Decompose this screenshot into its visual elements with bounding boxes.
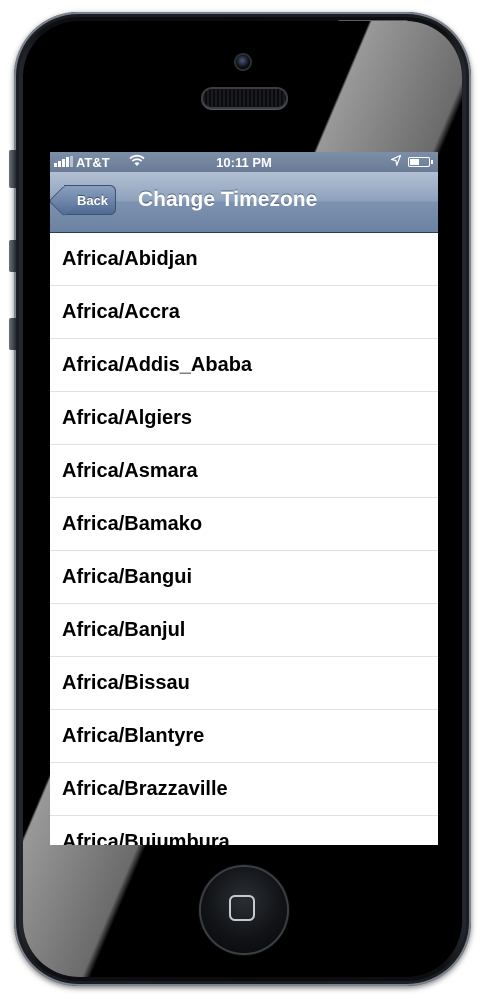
list-item[interactable]: Africa/Bissau [50,657,438,710]
list-item[interactable]: Africa/Asmara [50,445,438,498]
back-button[interactable]: Back [64,185,116,215]
list-item[interactable]: Africa/Blantyre [50,710,438,763]
list-item[interactable]: Africa/Bamako [50,498,438,551]
status-time: 10:11 PM [216,155,272,170]
list-item[interactable]: Africa/Algiers [50,392,438,445]
location-arrow-icon [389,154,402,169]
list-item[interactable]: Africa/Bangui [50,551,438,604]
earpiece-speaker [203,89,286,107]
navigation-bar: Back Change Timezone [50,172,438,233]
volume-down-button[interactable] [9,318,16,350]
mute-switch[interactable] [9,150,16,188]
home-square-icon [229,895,255,921]
status-bar: AT&T 10:11 PM [50,152,438,172]
list-item[interactable]: Africa/Banjul [50,604,438,657]
timezone-list: Africa/Abidjan Africa/Accra Africa/Addis… [50,233,438,845]
battery-icon [408,157,433,167]
back-button-label: Back [76,192,109,208]
home-button[interactable] [201,867,287,953]
list-item[interactable]: Africa/Abidjan [50,233,438,286]
volume-up-button[interactable] [9,240,16,272]
list-item[interactable]: Africa/Brazzaville [50,763,438,816]
screen: AT&T 10:11 PM Back Change Timezone Afric… [50,152,438,845]
list-item[interactable]: Africa/Addis_Ababa [50,339,438,392]
list-item[interactable]: Africa/Bujumbura [50,816,438,846]
front-camera-icon [236,55,250,69]
page-title: Change Timezone [138,188,318,211]
list-item[interactable]: Africa/Accra [50,286,438,339]
